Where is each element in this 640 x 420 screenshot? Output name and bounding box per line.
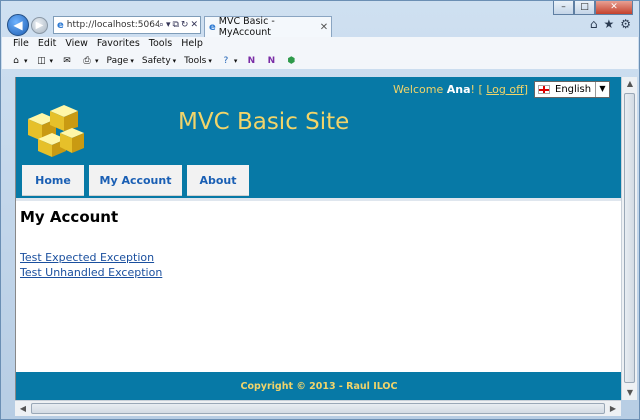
mail-command[interactable]: ✉ — [61, 55, 73, 67]
browser-window: – □ ✕ ◀ ▶ e http://localhost:5064/ ⌕ ▾ ⧉… — [0, 0, 640, 420]
safety-menu-label: Safety — [141, 55, 171, 66]
compat-view-icon[interactable]: ⧉ — [172, 20, 178, 30]
language-select[interactable]: English ▼ — [534, 81, 610, 98]
test-expected-exception-link[interactable]: Test Expected Exception — [20, 251, 162, 264]
menu-bar: File Edit View Favorites Tools Help — [2, 37, 638, 52]
scroll-right-icon[interactable]: ▶ — [605, 402, 621, 416]
vertical-scroll-thumb[interactable] — [624, 93, 635, 383]
addon-icon: ⬢ — [287, 55, 296, 66]
feeds-command[interactable]: ◫ ▾ — [36, 55, 53, 67]
vertical-scrollbar[interactable]: ▲ ▼ — [621, 77, 637, 400]
address-tools: ⌕ ▾ ⧉ ↻ ✕ — [159, 20, 200, 30]
browser-tab[interactable]: e MVC Basic - MyAccount ✕ — [204, 16, 332, 38]
browser-right-icons: ⌂ ★ ⚙ — [590, 17, 631, 31]
onenote-send-command[interactable]: N — [265, 55, 277, 67]
horizontal-scroll-thumb[interactable] — [31, 403, 605, 414]
horizontal-scrollbar[interactable]: ◀ ▶ — [15, 400, 621, 416]
menu-help[interactable]: Help — [178, 37, 209, 52]
tools-menu[interactable]: Tools ▾ — [184, 56, 212, 66]
safety-menu[interactable]: Safety ▾ — [142, 56, 176, 66]
help-command[interactable]: ? ▾ — [220, 55, 237, 67]
tools-menu-label: Tools — [184, 55, 207, 66]
page-viewport: Welcome Ana! [ Log off] English ▼ MVC Ba… — [15, 77, 621, 400]
menu-favorites[interactable]: Favorites — [94, 37, 146, 52]
menu-file[interactable]: File — [10, 37, 35, 52]
forward-button[interactable]: ▶ — [31, 17, 48, 34]
site-header: Welcome Ana! [ Log off] English ▼ MVC Ba… — [16, 77, 621, 198]
rss-icon: ◫ — [37, 55, 46, 66]
search-icon[interactable]: ⌕ — [159, 20, 164, 30]
addon-command[interactable]: ⬢ — [285, 55, 297, 67]
home-command[interactable]: ⌂ ▾ — [10, 55, 27, 67]
onenote-send-icon: N — [267, 55, 276, 66]
language-label: English — [555, 84, 592, 95]
welcome-prefix: Welcome — [392, 83, 444, 96]
onenote-icon: N — [247, 55, 256, 66]
cubes-logo-icon — [28, 105, 84, 157]
stop-icon[interactable]: ✕ — [190, 20, 198, 30]
page-title: My Account — [20, 208, 119, 226]
nav-tab-my-account[interactable]: My Account — [89, 165, 182, 196]
chevron-down-icon[interactable]: ▼ — [595, 82, 609, 97]
page-menu[interactable]: Page ▾ — [107, 56, 134, 66]
home-icon: ⌂ — [13, 55, 19, 66]
ie-page-icon: e — [57, 19, 64, 31]
scroll-down-icon[interactable]: ▼ — [622, 386, 638, 400]
menu-view[interactable]: View — [62, 37, 94, 52]
logoff-link[interactable]: Log off — [486, 83, 523, 96]
welcome-suffix: ! [ — [470, 83, 483, 96]
england-flag-icon — [538, 85, 550, 94]
settings-gear-icon[interactable]: ⚙ — [620, 17, 631, 31]
tab-favicon-icon: e — [209, 21, 216, 33]
refresh-icon[interactable]: ↻ — [181, 20, 189, 30]
login-bar: Welcome Ana! [ Log off] English ▼ — [393, 81, 610, 98]
welcome-close: ] — [523, 83, 528, 96]
dropdown-icon[interactable]: ▾ — [166, 20, 171, 30]
page-menu-label: Page — [106, 55, 129, 66]
tab-title: MVC Basic - MyAccount — [218, 16, 275, 38]
site-footer: Copyright © 2013 - Raul ILOC — [16, 372, 621, 400]
onenote-command[interactable]: N — [245, 55, 257, 67]
back-button[interactable]: ◀ — [7, 14, 29, 36]
favorites-star-icon[interactable]: ★ — [603, 17, 614, 31]
welcome-message: Welcome Ana! [ Log off] — [393, 83, 528, 96]
site-nav: Home My Account About — [22, 165, 249, 196]
nav-tab-about[interactable]: About — [187, 165, 249, 196]
scroll-left-icon[interactable]: ◀ — [15, 402, 31, 416]
print-command[interactable]: ⎙ ▾ — [81, 55, 98, 67]
menu-tools[interactable]: Tools — [146, 37, 178, 52]
home-icon[interactable]: ⌂ — [590, 17, 598, 31]
print-icon: ⎙ — [83, 55, 91, 66]
scroll-up-icon[interactable]: ▲ — [622, 77, 638, 91]
mail-icon: ✉ — [63, 55, 71, 66]
navigation-row: ◀ ▶ e http://localhost:5064/ ⌕ ▾ ⧉ ↻ ✕ e… — [5, 13, 635, 38]
help-icon: ? — [223, 55, 229, 66]
address-url[interactable]: http://localhost:5064/ — [67, 20, 159, 30]
header-divider — [16, 198, 621, 201]
test-unhandled-exception-link[interactable]: Test Unhandled Exception — [20, 266, 162, 279]
command-bar: ⌂ ▾ ◫ ▾ ✉ ⎙ ▾ Page ▾ Safety ▾ Tools ▾ ? ▾ N N ⬢ — [2, 52, 638, 69]
content-links: Test Expected Exception Test Unhandled E… — [20, 251, 162, 279]
menu-edit[interactable]: Edit — [35, 37, 62, 52]
username: Ana — [446, 83, 471, 96]
nav-tab-home[interactable]: Home — [22, 165, 84, 196]
tab-close-icon[interactable]: ✕ — [317, 22, 331, 33]
address-bar[interactable]: e http://localhost:5064/ ⌕ ▾ ⧉ ↻ ✕ — [53, 16, 201, 34]
site-title: MVC Basic Site — [178, 109, 350, 135]
